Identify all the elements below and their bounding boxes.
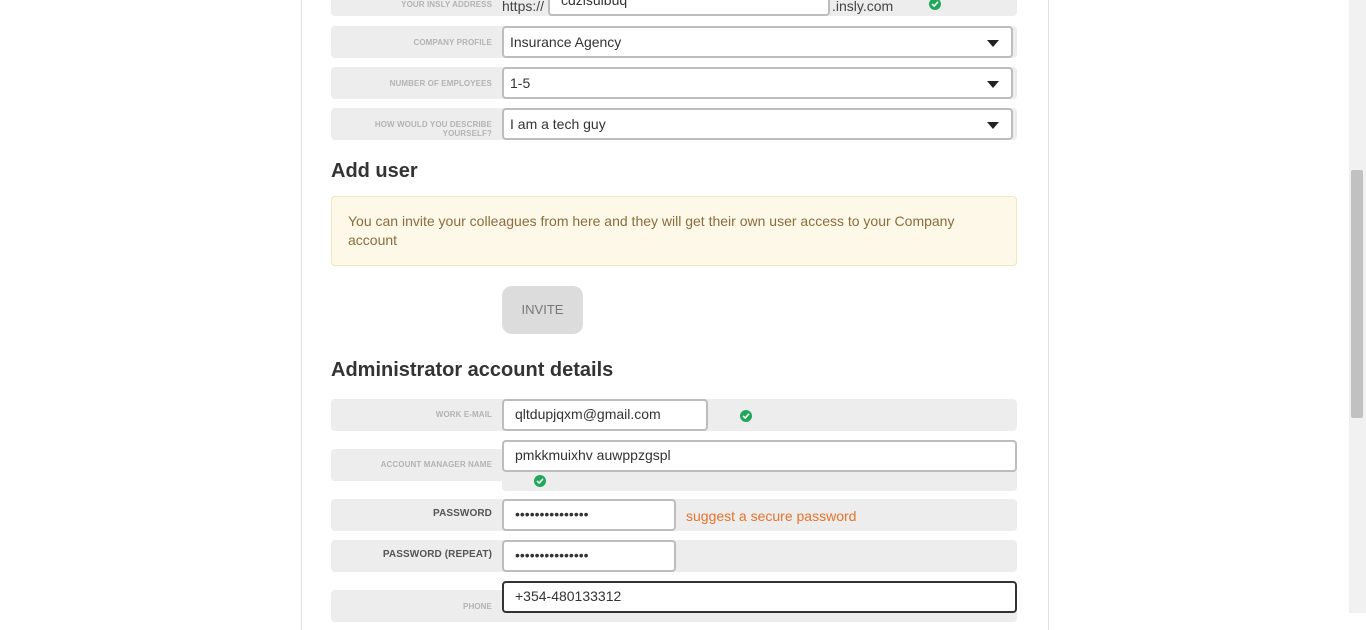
company-profile-value: Insurance Agency bbox=[510, 34, 622, 50]
manager-label: ACCOUNT MANAGER NAME bbox=[380, 460, 492, 469]
account-manager-field[interactable]: pmkkmuixhv auwppzgspl bbox=[502, 440, 1017, 472]
admin-heading: Administrator account details bbox=[331, 359, 614, 381]
chevron-down-icon bbox=[987, 81, 999, 88]
phone-value: +354-480133312 bbox=[515, 588, 622, 604]
employees-value: 1-5 bbox=[510, 75, 531, 91]
insly-address-row: YOUR INSLY ADDRESS https:// cdzisulbuq .… bbox=[331, 0, 1017, 16]
phone-field[interactable]: +354-480133312 bbox=[502, 581, 1017, 613]
company-profile-label: COMPANY PROFILE bbox=[413, 38, 492, 47]
address-suffix: .insly.com bbox=[832, 0, 894, 14]
email-value: qltdupjqxm@gmail.com bbox=[515, 406, 661, 422]
chevron-down-icon bbox=[987, 122, 999, 129]
insly-address-value: cdzisulbuq bbox=[561, 0, 628, 8]
scrollbar-thumb[interactable] bbox=[1351, 170, 1363, 418]
company-profile-row: COMPANY PROFILE Insurance Agency bbox=[331, 26, 1017, 58]
manager-row: pmkkmuixhv auwppzgspl bbox=[502, 440, 1017, 491]
email-row: WORK E-MAIL qltdupjqxm@gmail.com bbox=[331, 399, 1017, 431]
password-field[interactable]: ••••••••••••••• bbox=[502, 499, 676, 531]
password-repeat-label: PASSWORD (REPEAT) bbox=[382, 549, 492, 560]
manager-value: pmkkmuixhv auwppzgspl bbox=[515, 447, 671, 463]
check-icon bbox=[929, 0, 941, 10]
invite-button[interactable]: INVITE bbox=[502, 286, 583, 334]
password-label: PASSWORD bbox=[433, 508, 492, 519]
employees-row: NUMBER OF EMPLOYEES 1-5 bbox=[331, 67, 1017, 99]
describe-value: I am a tech guy bbox=[510, 116, 606, 132]
chevron-down-icon bbox=[987, 40, 999, 47]
password-value: ••••••••••••••• bbox=[515, 506, 589, 522]
suggest-password-link[interactable]: suggest a secure password bbox=[686, 508, 856, 524]
company-profile-select[interactable]: Insurance Agency bbox=[502, 26, 1013, 58]
insly-address-input[interactable]: cdzisulbuq bbox=[548, 0, 830, 16]
insly-address-label: YOUR INSLY ADDRESS bbox=[401, 0, 492, 9]
employees-select[interactable]: 1-5 bbox=[502, 67, 1013, 99]
email-label: WORK E-MAIL bbox=[435, 410, 492, 419]
vertical-scrollbar[interactable] bbox=[1349, 0, 1366, 613]
add-user-heading: Add user bbox=[331, 160, 418, 182]
describe-label: HOW WOULD YOU DESCRIBE YOURSELF? bbox=[374, 120, 492, 138]
address-prefix: https:// bbox=[502, 0, 545, 14]
check-icon bbox=[534, 475, 546, 487]
phone-label: PHONE bbox=[463, 602, 492, 611]
password-row: PASSWORD ••••••••••••••• bbox=[331, 499, 1017, 531]
password-repeat-field[interactable]: ••••••••••••••• bbox=[502, 540, 676, 572]
employees-label: NUMBER OF EMPLOYEES bbox=[389, 79, 492, 88]
check-icon bbox=[740, 410, 752, 422]
password-repeat-row: PASSWORD (REPEAT) ••••••••••••••• bbox=[331, 540, 1017, 572]
invite-notice: You can invite your colleagues from here… bbox=[331, 196, 1017, 266]
describe-row: HOW WOULD YOU DESCRIBE YOURSELF? I am a … bbox=[331, 108, 1017, 140]
describe-select[interactable]: I am a tech guy bbox=[502, 108, 1013, 140]
password-repeat-value: ••••••••••••••• bbox=[515, 547, 589, 563]
email-field[interactable]: qltdupjqxm@gmail.com bbox=[502, 399, 708, 431]
